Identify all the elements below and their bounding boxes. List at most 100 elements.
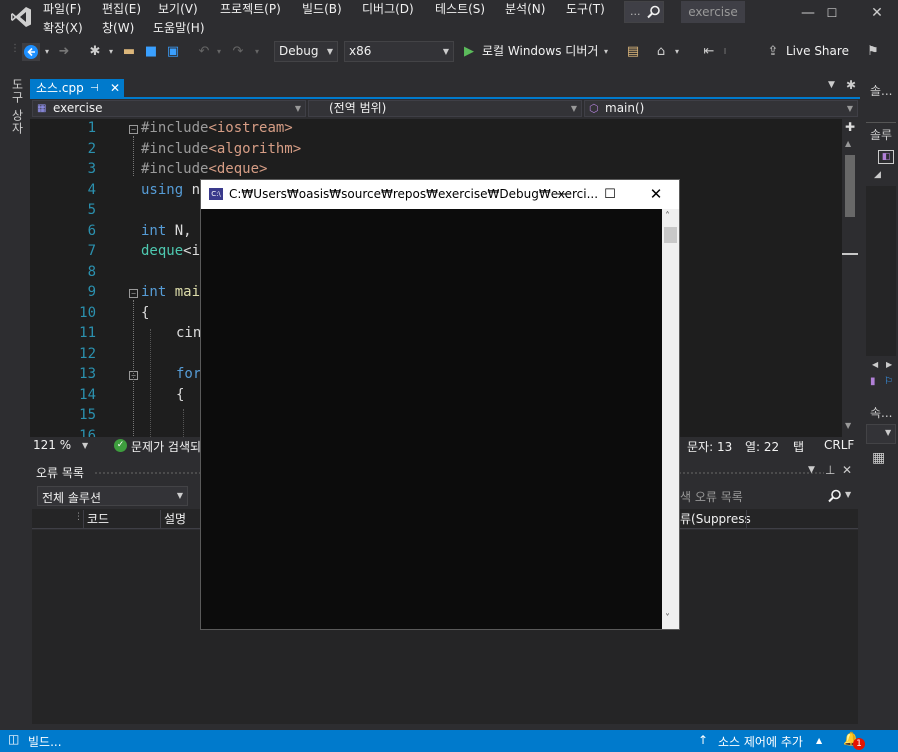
- navigate-back-icon[interactable]: [22, 43, 40, 61]
- navigate-forward-icon[interactable]: ➜: [56, 43, 72, 61]
- save-icon[interactable]: ■: [142, 43, 160, 61]
- scroll-position-marker: [842, 253, 858, 255]
- tab-list-dropdown-icon[interactable]: ▼: [828, 80, 835, 90]
- menu-debug[interactable]: 디버그(D): [362, 0, 414, 17]
- editor-vertical-scrollbar[interactable]: ✚ ▲ ▼: [842, 119, 858, 437]
- properties-grid-icon[interactable]: ▦: [872, 450, 885, 466]
- browse-files-icon[interactable]: ▤: [624, 43, 642, 61]
- console-close-icon[interactable]: ✕: [633, 180, 679, 209]
- platform-select[interactable]: x86 ▼: [344, 41, 454, 62]
- toolbar-overflow-icon[interactable]: ⁝: [720, 43, 730, 61]
- team-explorer-icon[interactable]: ⚐: [884, 376, 893, 387]
- close-panel-icon[interactable]: ✕: [842, 463, 852, 477]
- toolbox-tab[interactable]: 도구 상자: [9, 78, 26, 135]
- gear-icon[interactable]: ✱: [846, 78, 856, 92]
- menu-extensions[interactable]: 확장(X): [43, 19, 83, 36]
- menu-view[interactable]: 보기(V): [158, 0, 198, 17]
- undo-icon[interactable]: ↶: [196, 43, 212, 61]
- error-search-input[interactable]: 색 오류 목록 ▼: [680, 486, 858, 506]
- menu-project[interactable]: 프로젝트(P): [220, 0, 281, 17]
- strip-divider: [866, 122, 896, 123]
- maximize-icon[interactable]: ☐: [810, 0, 854, 26]
- switch-view-icon[interactable]: ◧: [878, 150, 894, 164]
- sort-column-icon[interactable]: ⋮: [74, 512, 83, 522]
- start-debugging-icon[interactable]: ▶: [462, 43, 476, 61]
- properties-tab[interactable]: 속...: [870, 404, 892, 421]
- panel-menu-icon[interactable]: ▼: [808, 465, 815, 475]
- back-dropdown-icon[interactable]: ▾: [42, 43, 52, 61]
- scrollbar-thumb[interactable]: [664, 227, 677, 243]
- properties-object-select[interactable]: ▼: [866, 424, 896, 444]
- chevron-up-icon[interactable]: ▲: [816, 736, 822, 745]
- redo-dropdown-icon[interactable]: ▾: [252, 43, 262, 61]
- console-vertical-scrollbar[interactable]: ˄ ˅: [662, 209, 679, 629]
- project-select[interactable]: ▦ exercise ▼: [32, 100, 306, 117]
- expand-arrow-icon[interactable]: ◢: [874, 170, 881, 180]
- new-project-icon[interactable]: ✱: [86, 43, 104, 61]
- class-view-icon[interactable]: ▮: [870, 376, 876, 387]
- scroll-down-icon[interactable]: ˅: [665, 613, 670, 624]
- code-line-10: {: [141, 305, 150, 321]
- column-header-description[interactable]: 설명: [164, 510, 186, 529]
- fold-guide: [133, 136, 134, 176]
- bookmark-toggle-icon[interactable]: ⇤: [700, 43, 718, 61]
- menu-test[interactable]: 테스트(S): [435, 0, 485, 17]
- pin-icon[interactable]: ⊥: [825, 463, 835, 477]
- console-maximize-icon[interactable]: ☐: [587, 180, 633, 209]
- line-ending[interactable]: CRLF: [824, 438, 854, 452]
- close-tab-icon[interactable]: ✕: [110, 79, 120, 98]
- menu-edit[interactable]: 편집(E): [102, 0, 141, 17]
- redo-icon[interactable]: ↷: [230, 43, 246, 61]
- menu-build[interactable]: 빌드(B): [302, 0, 342, 17]
- solution-tree-area[interactable]: [866, 186, 896, 356]
- column-header-suppression[interactable]: 류(Suppress: [680, 510, 751, 529]
- menu-file[interactable]: 파일(F): [43, 0, 81, 17]
- console-minimize-icon[interactable]: —: [541, 180, 587, 209]
- collapse-icon[interactable]: −: [129, 289, 138, 298]
- scroll-right-icon[interactable]: ▶: [886, 360, 892, 369]
- undo-dropdown-icon[interactable]: ▾: [214, 43, 224, 61]
- debug-console-window[interactable]: C:\ C:₩Users₩oasis₩source₩repos₩exercise…: [200, 179, 680, 630]
- error-scope-select[interactable]: 전체 솔루션 ▼: [37, 486, 188, 506]
- scrollbar-thumb[interactable]: [845, 155, 855, 217]
- solution-panel-title: 솔루: [870, 128, 893, 142]
- zoom-level[interactable]: 121 %: [33, 438, 71, 452]
- search-icon: [828, 489, 841, 503]
- pin-icon[interactable]: ⊣: [90, 79, 99, 98]
- save-all-icon[interactable]: ▣: [164, 43, 182, 61]
- solution-explorer-tab[interactable]: 솔...: [870, 82, 892, 99]
- home-dropdown-icon[interactable]: ▾: [672, 43, 682, 61]
- run-dropdown-icon[interactable]: ▾: [601, 43, 611, 61]
- scope-select[interactable]: (전역 범위) ▼: [308, 100, 582, 117]
- member-select[interactable]: ⬡ main() ▼: [584, 100, 858, 117]
- close-icon[interactable]: ✕: [855, 0, 898, 26]
- indent-mode[interactable]: 탭: [793, 438, 804, 455]
- menu-help[interactable]: 도움말(H): [153, 19, 205, 36]
- menu-window[interactable]: 창(W): [102, 19, 134, 36]
- split-editor-icon[interactable]: ✚: [842, 119, 858, 135]
- open-folder-icon[interactable]: ▬: [120, 43, 138, 61]
- scroll-up-icon[interactable]: ▲: [845, 139, 851, 148]
- search-input[interactable]: ...: [624, 1, 664, 23]
- scroll-left-icon[interactable]: ◀: [872, 360, 878, 369]
- run-button-label[interactable]: 로컬 Windows 디버거: [482, 42, 598, 59]
- feedback-icon[interactable]: ⚑: [864, 43, 882, 61]
- live-share-icon[interactable]: ⇪: [764, 43, 782, 61]
- issues-status[interactable]: 문제가 검색되: [131, 438, 201, 455]
- scroll-up-icon[interactable]: ˄: [665, 211, 670, 222]
- console-title-bar[interactable]: C:\ C:₩Users₩oasis₩source₩repos₩exercise…: [201, 180, 679, 209]
- menu-tools[interactable]: 도구(T): [566, 0, 605, 17]
- column-header-code[interactable]: 코드: [87, 510, 109, 529]
- collapse-icon[interactable]: −: [129, 125, 138, 134]
- home-view-icon[interactable]: ⌂: [652, 43, 670, 61]
- search-options-icon[interactable]: ▼: [845, 490, 851, 499]
- zoom-dropdown-icon[interactable]: ▼: [82, 441, 88, 450]
- add-source-control-button[interactable]: 소스 제어에 추가: [718, 733, 803, 750]
- line-number: 2: [87, 141, 96, 157]
- configuration-select[interactable]: Debug ▼: [274, 41, 338, 62]
- tab-source-cpp[interactable]: 소스.cpp ⊣ ✕: [30, 79, 124, 98]
- scroll-down-icon[interactable]: ▼: [845, 421, 851, 430]
- live-share-button[interactable]: Live Share: [786, 44, 849, 58]
- new-dropdown-icon[interactable]: ▾: [106, 43, 116, 61]
- menu-analyze[interactable]: 분석(N): [505, 0, 545, 17]
